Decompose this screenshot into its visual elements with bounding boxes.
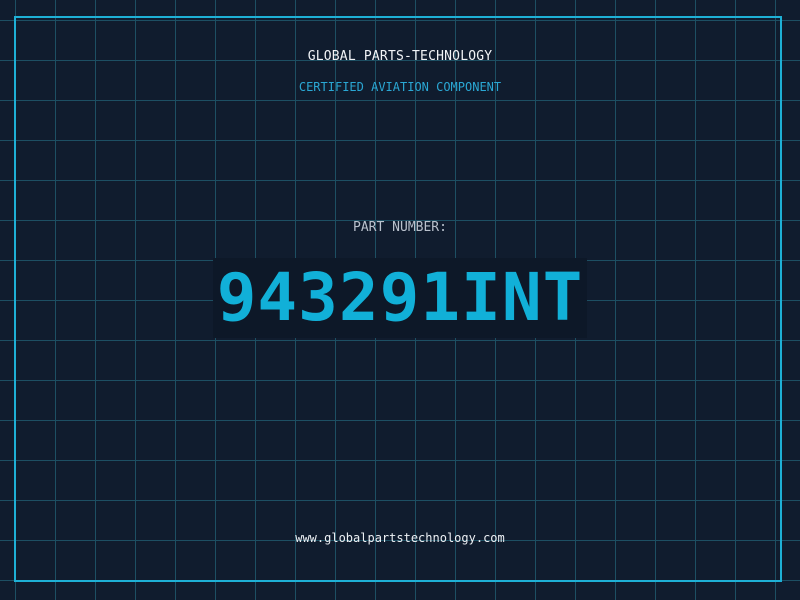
website-url: www.globalpartstechnology.com [295,531,505,545]
part-number-label: PART NUMBER: [353,220,447,235]
part-number-container: 943291INT [0,258,800,338]
company-name: GLOBAL PARTS-TECHNOLOGY [307,49,493,64]
certification-text: CERTIFIED AVIATION COMPONENT [298,80,502,94]
part-number-value: 943291INT [212,258,588,338]
